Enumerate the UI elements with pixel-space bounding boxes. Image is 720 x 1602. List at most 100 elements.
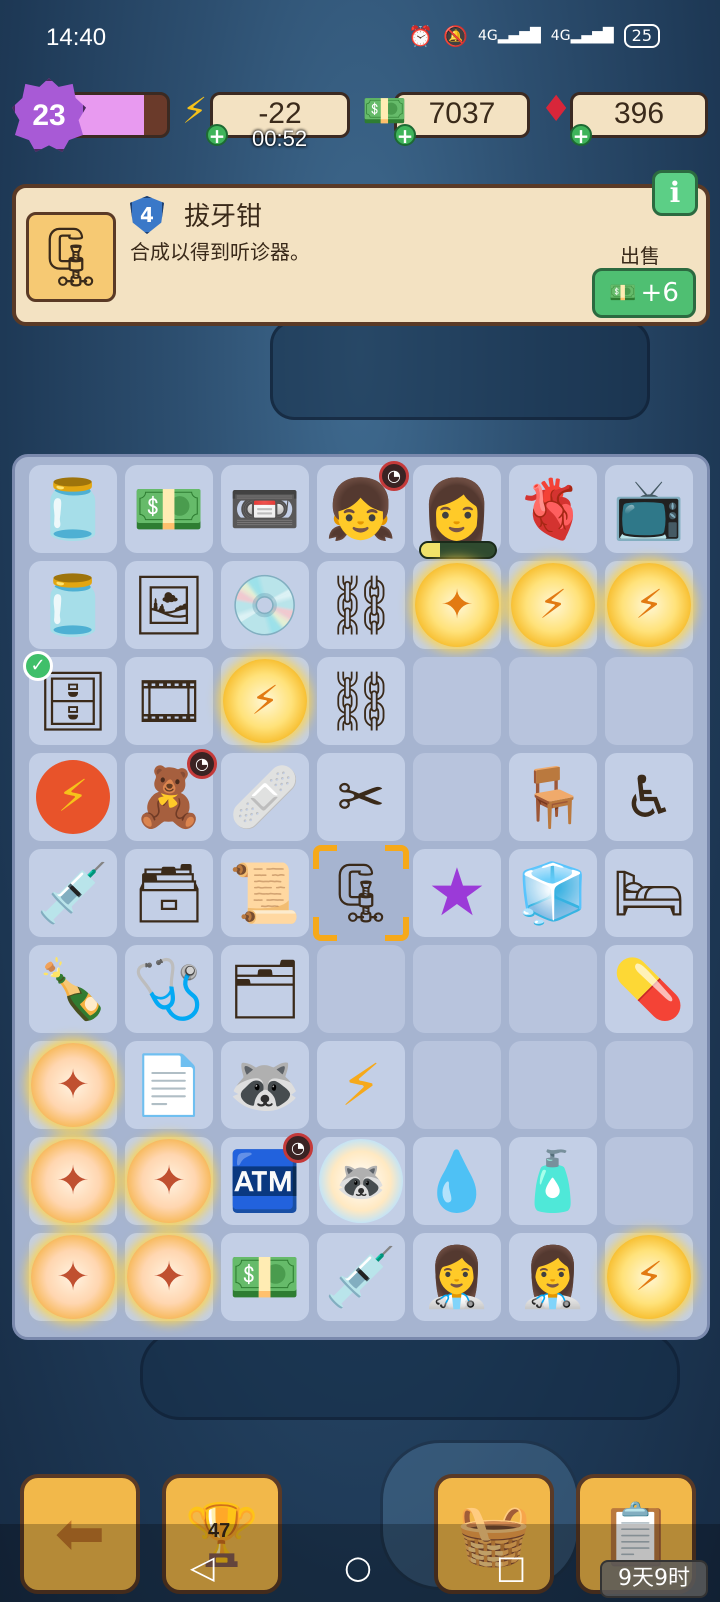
board-cell-locked-orb[interactable]: ✦ — [125, 1233, 213, 1321]
board-cell-desk-generator[interactable]: ⚡ — [317, 1041, 405, 1129]
xp-bar[interactable] — [70, 92, 170, 138]
board-cell-cd-disc[interactable]: 💿 — [221, 561, 309, 649]
cd-disc-icon: 💿 — [228, 571, 302, 639]
locked-orb-icon: ✦ — [31, 1139, 115, 1223]
board-cell-wooden-crate[interactable]: 🗃 — [125, 849, 213, 937]
production-progress-fill — [421, 543, 440, 557]
board-cell-tooth-extraction-forceps[interactable]: 🗜 — [313, 845, 409, 941]
board-cell-office-chair[interactable]: 🪑 — [509, 753, 597, 841]
board-cell-locked-orb[interactable]: ✦ — [29, 1233, 117, 1321]
background-monitor — [270, 320, 650, 420]
signal-4g-icon: 4G▂▄▆█ — [550, 28, 614, 44]
board-cell-broken-bottles[interactable]: 🍾 — [29, 945, 117, 1033]
xp-fill — [73, 95, 144, 135]
board-cell-syringe-and-vial[interactable]: 💉 — [317, 1233, 405, 1321]
board-cell-bandage-roll[interactable]: 🩹 — [221, 753, 309, 841]
selection-corner — [385, 845, 409, 869]
board-cell-energy-orb[interactable]: ⚡ — [221, 657, 309, 745]
board-cell-nurse-character[interactable]: 👩‍⚕ — [509, 1233, 597, 1321]
handcuffs-icon: ⛓ — [324, 571, 398, 639]
forceps-icon: 🗜 — [34, 223, 108, 291]
board-cell-medicine-bottle[interactable]: 🧴 — [509, 1137, 597, 1225]
board-cell-locked-orb[interactable]: ✦ — [125, 1137, 213, 1225]
board-cell-purple-star[interactable]: ★ — [413, 849, 501, 937]
board-cell-reception-desk[interactable]: 🗂 — [221, 945, 309, 1033]
board-cell-wooden-cage[interactable]: 🗄 ✓ — [23, 651, 117, 745]
board-cell-jar-with-heart[interactable]: 🫀 — [509, 465, 597, 553]
wheelchair-icon: ♿ — [623, 763, 675, 831]
board-cell-retro-tv[interactable]: 📺 — [605, 465, 693, 553]
board-cell-empty[interactable] — [413, 1041, 501, 1129]
board-cell-girl-character-producing[interactable]: 👩 — [413, 465, 501, 559]
jar-with-heart-icon: 🫀 — [516, 475, 590, 543]
board-cell-locked-orb[interactable]: ✦ — [29, 1137, 117, 1225]
board-cell-toy-blocks[interactable]: 🧊 — [509, 849, 597, 937]
locked-orb-icon: ✦ — [31, 1235, 115, 1319]
board-cell-pills[interactable]: 💊 — [605, 945, 693, 1033]
paper-scroll-icon: 📜 — [228, 859, 302, 927]
player-level-badge[interactable]: 23 — [12, 78, 86, 152]
board-cell-crumpled-paper[interactable]: 📄 — [125, 1041, 213, 1129]
board-cell-empty[interactable] — [413, 945, 501, 1033]
board-cell-photographs[interactable]: 🖼 — [125, 561, 213, 649]
system-home-button[interactable]: ○ — [344, 1548, 372, 1586]
board-cell-girl-character[interactable]: 👧 ◔ — [317, 461, 409, 553]
board-cell-paper-scroll[interactable]: 📜 — [221, 849, 309, 937]
photographs-icon: 🖼 — [132, 571, 206, 639]
energy-orb-icon: ⚡ — [607, 563, 691, 647]
board-cell-ball-and-chain[interactable]: ⛓ — [317, 657, 405, 745]
board-cell-energy-coin[interactable]: ⚡ — [29, 753, 117, 841]
board-cell-scissors[interactable]: ✂ — [317, 753, 405, 841]
board-cell-iv-bag[interactable]: 💧 — [413, 1137, 501, 1225]
sell-button[interactable]: 💵 +6 — [592, 268, 696, 318]
cash-stack-icon: 💵 — [228, 1243, 302, 1311]
energy-orb-icon: ⚡ — [607, 1235, 691, 1319]
board-cell-film-strip[interactable]: 🎞 — [125, 657, 213, 745]
board-cell-empty[interactable] — [413, 753, 501, 841]
board-cell-vending-machine[interactable]: 🏧 ◔ — [221, 1133, 313, 1225]
event-timer-badge[interactable]: 9天9时 — [600, 1560, 708, 1598]
board-cell-jar-with-bear[interactable]: 🫙 — [29, 561, 117, 649]
board-cell-empty[interactable] — [509, 1041, 597, 1129]
add-gem-button[interactable]: + — [570, 124, 592, 146]
board-cell-raccoon[interactable]: 🦝 — [221, 1041, 309, 1129]
board-cell-energy-orb[interactable]: ⚡ — [509, 561, 597, 649]
board-cell-energy-orb[interactable]: ⚡ — [605, 1233, 693, 1321]
board-cell-handcuffs[interactable]: ⛓ — [317, 561, 405, 649]
board-cell-locked-orb[interactable]: ✦ — [413, 561, 501, 649]
system-recents-button[interactable]: □ — [496, 1548, 526, 1586]
pills-icon: 💊 — [612, 955, 686, 1023]
info-button[interactable]: i — [652, 170, 698, 216]
board-cell-stethoscope[interactable]: 🩺 — [125, 945, 213, 1033]
board-cell-nurse-character[interactable]: 👩‍⚕ — [413, 1233, 501, 1321]
board-cell-empty[interactable] — [413, 657, 501, 745]
selection-corner — [313, 845, 337, 869]
board-cell-empty[interactable] — [605, 1137, 693, 1225]
add-energy-button[interactable]: + — [206, 124, 228, 146]
toy-blocks-icon: 🧊 — [516, 859, 590, 927]
board-cell-syringe-and-vial[interactable]: 💉 — [29, 849, 117, 937]
system-back-button[interactable]: ◁ — [190, 1548, 215, 1586]
board-cell-empty[interactable] — [509, 945, 597, 1033]
board-cell-empty[interactable] — [317, 945, 405, 1033]
bandage-roll-icon: 🩹 — [228, 763, 302, 831]
board-cell-empty[interactable] — [509, 657, 597, 745]
locked-orb-icon: ✦ — [31, 1043, 115, 1127]
broken-bottles-icon: 🍾 — [36, 955, 110, 1023]
board-cell-empty[interactable] — [605, 1041, 693, 1129]
board-cell-jar-with-shell[interactable]: 🫙 — [29, 465, 117, 553]
board-cell-raccoon-bubble[interactable]: 🦝 — [317, 1137, 405, 1225]
board-cell-energy-orb[interactable]: ⚡ — [605, 561, 693, 649]
tooth-extraction-forceps-icon: 🗜 — [324, 859, 398, 927]
board-cell-hospital-bed[interactable]: 🛏 — [605, 849, 693, 937]
board-cell-wheelchair[interactable]: ♿ — [605, 753, 693, 841]
board-cell-cash-pile[interactable]: 💵 — [125, 465, 213, 553]
board-cell-toy-box[interactable]: 🧸 ◔ — [125, 749, 217, 841]
status-icons: ⏰ 🔕 4G▂▄▆█ 4G▂▄▆█ 25 — [408, 24, 660, 48]
board-cell-empty[interactable] — [605, 657, 693, 745]
board-cell-locked-orb[interactable]: ✦ — [29, 1041, 117, 1129]
selection-corner — [385, 917, 409, 941]
add-cash-button[interactable]: + — [394, 124, 416, 146]
board-cell-cash-stack[interactable]: 💵 — [221, 1233, 309, 1321]
board-cell-cassette-tape[interactable]: 📼 — [221, 465, 309, 553]
